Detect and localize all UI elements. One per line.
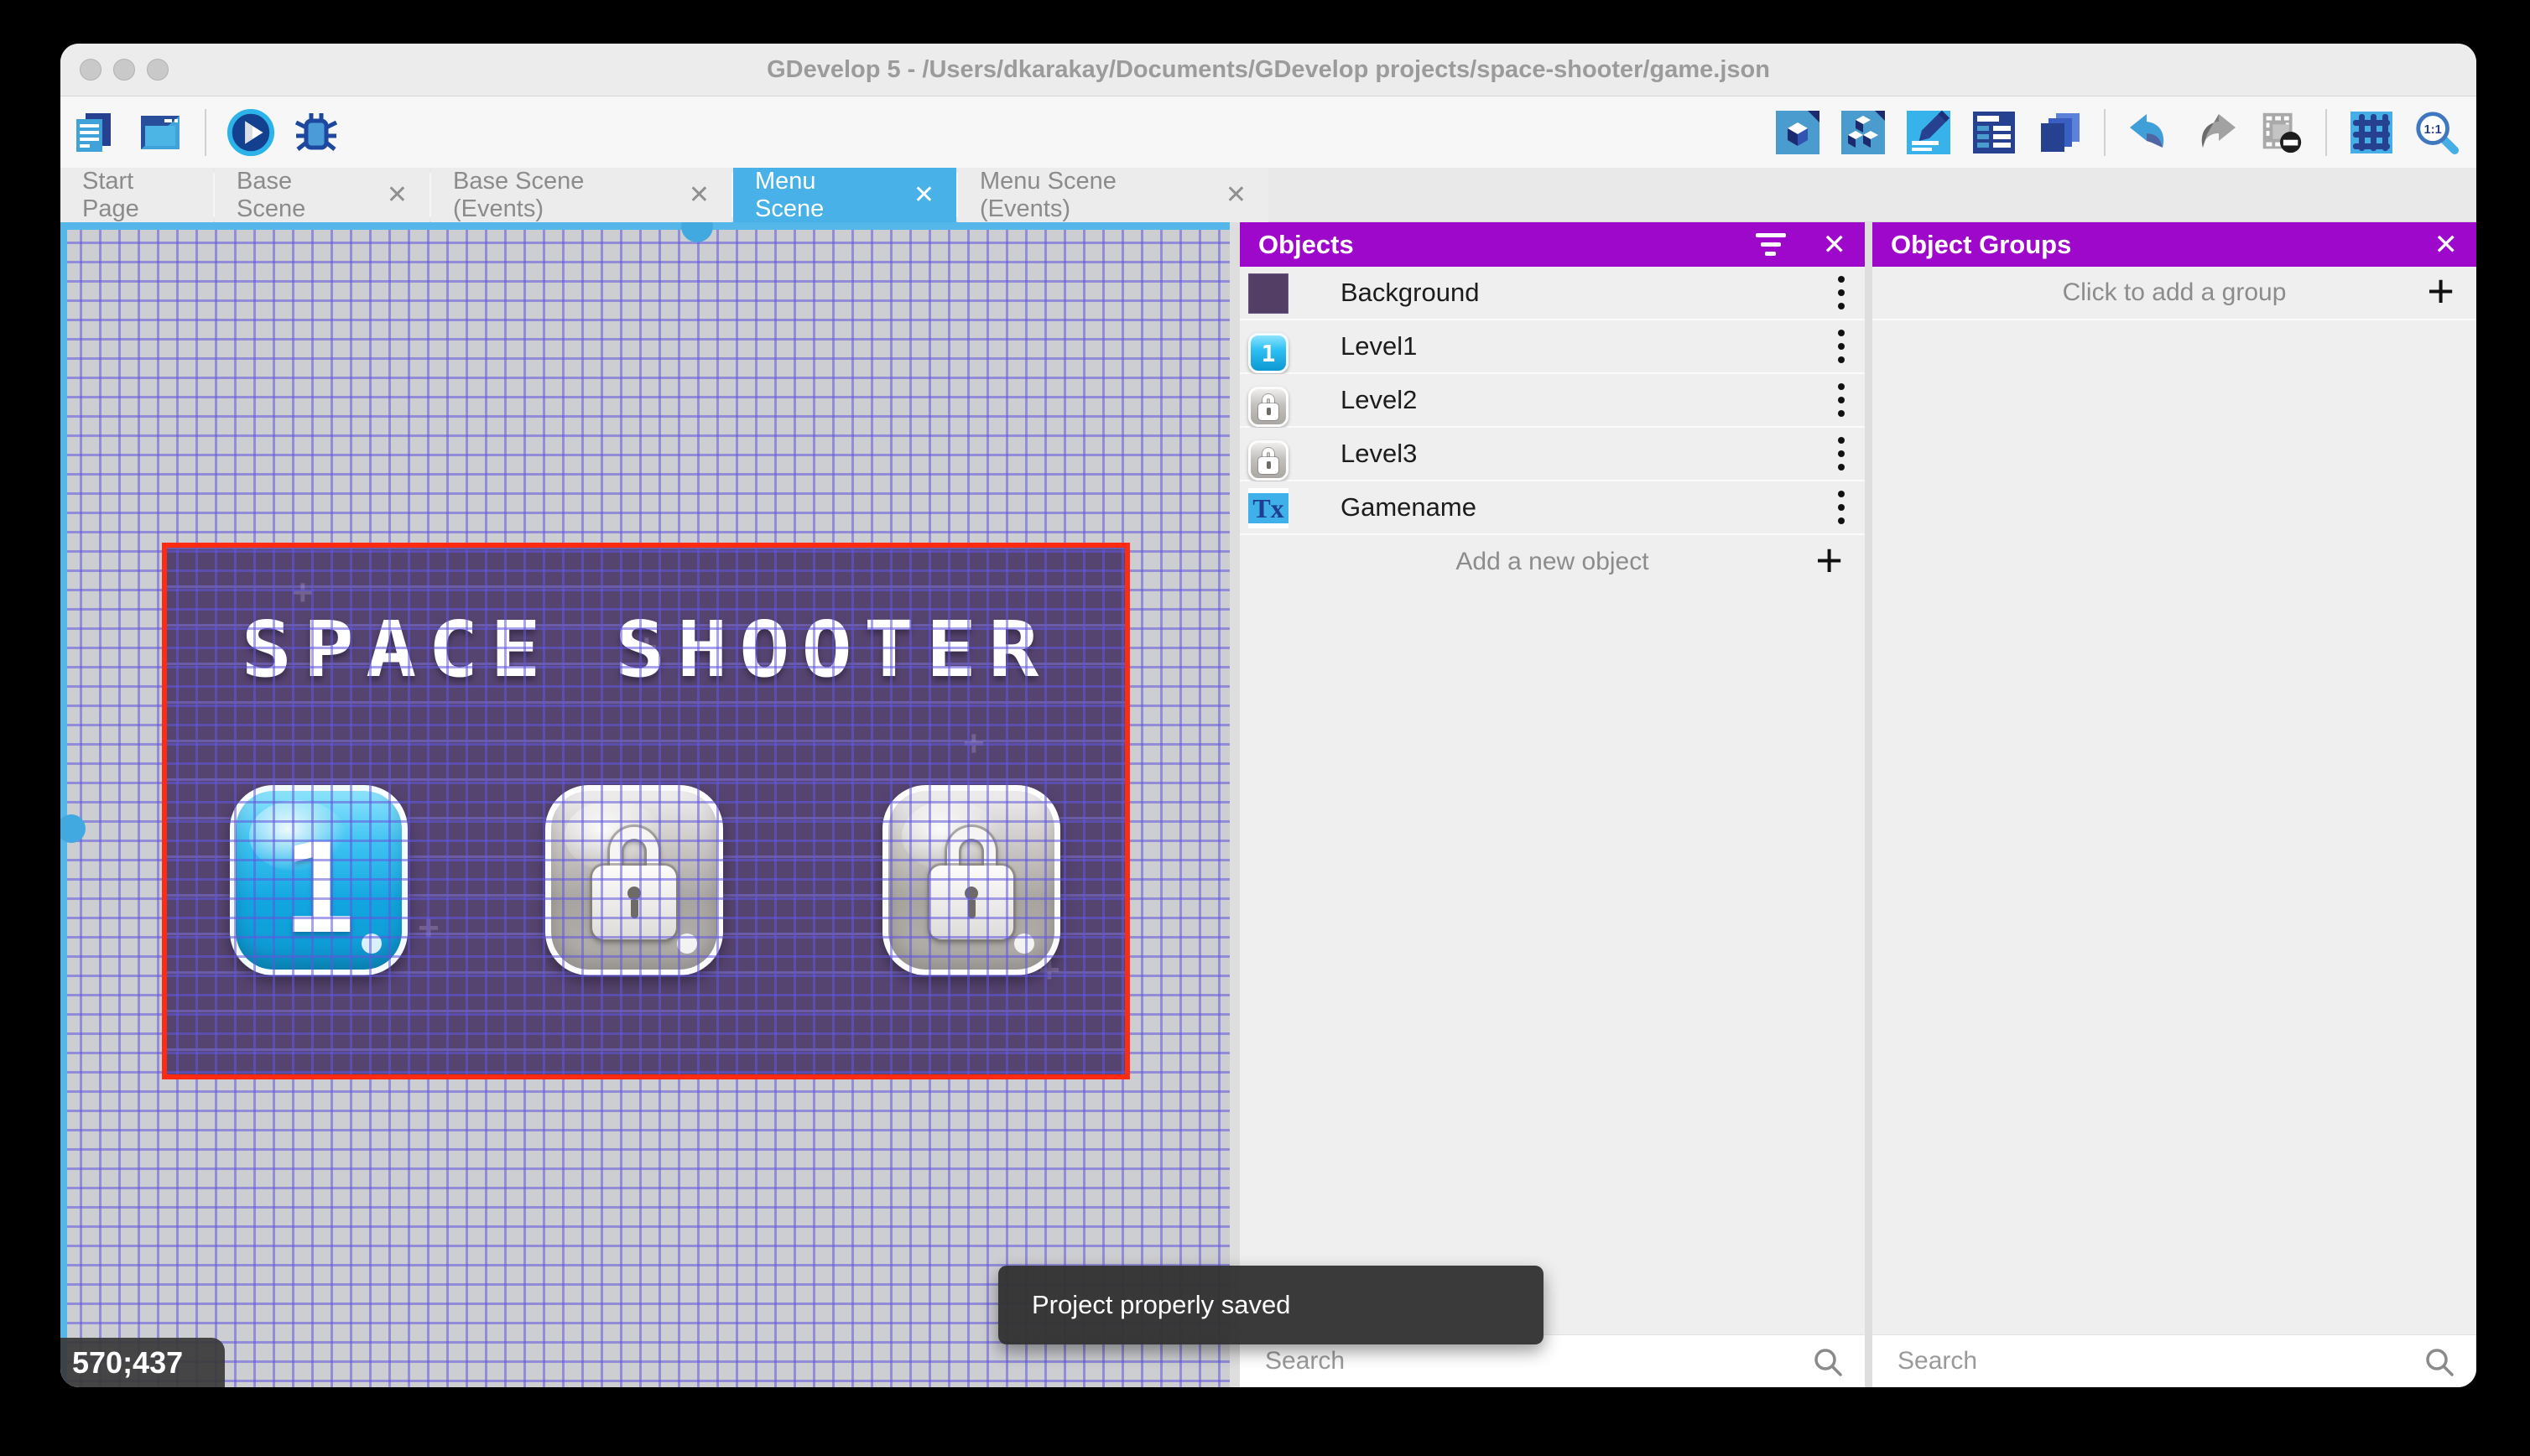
window-mask-icon[interactable] <box>2257 108 2305 157</box>
background-thumbnail <box>1248 273 1288 314</box>
object-menu-icon[interactable] <box>1838 374 1845 426</box>
object-groups-panel-title: Object Groups <box>1891 230 2071 260</box>
level-1-button[interactable]: 1 <box>230 785 408 975</box>
object-groups-editor-icon[interactable] <box>1839 108 1887 157</box>
object-groups-panel: Object Groups ✕ Click to add a group + <box>1872 222 2476 1387</box>
tab-label: Base Scene <box>237 168 358 223</box>
object-name: Level1 <box>1340 331 1417 361</box>
scene-editor-canvas[interactable]: + + + + + SPACE SHOOTER 1 <box>60 222 1230 1387</box>
instances-list-icon[interactable] <box>1970 108 2018 157</box>
undo-icon[interactable] <box>2126 108 2174 157</box>
object-row-background[interactable]: Background <box>1240 267 1865 320</box>
panel-resize-handle[interactable] <box>1865 222 1872 1387</box>
tab-label: Menu Scene (Events) <box>980 168 1197 223</box>
canvas-vertical-scrollbar[interactable] <box>60 222 67 1387</box>
tab-menu-scene[interactable]: Menu Scene ✕ <box>733 168 956 222</box>
search-icon <box>1811 1345 1845 1383</box>
title-bar: GDevelop 5 - /Users/dkarakay/Documents/G… <box>60 44 2476 96</box>
close-tab-icon[interactable]: ✕ <box>914 183 934 208</box>
properties-icon[interactable] <box>1904 108 1953 157</box>
redo-icon[interactable] <box>2191 108 2240 157</box>
toolbar-separator <box>2104 109 2106 156</box>
object-row-level1[interactable]: 1 Level1 <box>1240 320 1865 374</box>
editor-tabbar: Start Page Base Scene ✕ Base Scene (Even… <box>60 168 2476 222</box>
tab-label: Start Page <box>82 168 191 223</box>
toolbar-separator <box>205 109 206 156</box>
add-object-button[interactable]: Add a new object + <box>1240 535 1865 589</box>
level1-thumbnail: 1 <box>1248 333 1288 373</box>
objects-panel-header: Objects ✕ <box>1240 222 1865 267</box>
tab-menu-scene-events[interactable]: Menu Scene (Events) ✕ <box>958 168 1268 222</box>
window-title: GDevelop 5 - /Users/dkarakay/Documents/G… <box>60 44 2476 96</box>
objects-panel: Objects ✕ Background 1 Level1 Level2 <box>1240 222 1865 1387</box>
canvas-horizontal-scrollbar[interactable] <box>60 222 1230 230</box>
cursor-coordinates-badge: 570;437 <box>60 1338 225 1387</box>
layers-icon[interactable] <box>2035 108 2084 157</box>
object-menu-icon[interactable] <box>1838 428 1845 480</box>
search-icon <box>2423 1345 2456 1383</box>
panel-resize-handle[interactable] <box>1230 222 1240 1387</box>
level-2-button[interactable] <box>545 785 723 975</box>
objects-editor-icon[interactable] <box>1773 108 1822 157</box>
scene-background-object[interactable]: + + + + + SPACE SHOOTER 1 <box>166 547 1126 1075</box>
objects-panel-title: Objects <box>1258 230 1354 260</box>
close-tab-icon[interactable]: ✕ <box>1226 183 1247 208</box>
project-manager-icon[interactable] <box>70 108 119 157</box>
object-name: Level2 <box>1340 385 1417 415</box>
add-group-button[interactable]: Click to add a group + <box>1872 267 2476 320</box>
toolbar-separator <box>2325 109 2327 156</box>
main-toolbar: 1:1 <box>60 96 2476 168</box>
save-toast: Project properly saved <box>998 1266 1544 1344</box>
tab-label: Base Scene (Events) <box>453 168 660 223</box>
add-object-label: Add a new object <box>1455 548 1648 576</box>
plus-icon: + <box>1815 537 1843 584</box>
lock-icon <box>888 791 1054 970</box>
object-groups-panel-header: Object Groups ✕ <box>1872 222 2476 267</box>
object-menu-icon[interactable] <box>1838 320 1845 372</box>
object-menu-icon[interactable] <box>1838 481 1845 533</box>
object-row-level3[interactable]: Level3 <box>1240 428 1865 481</box>
groups-search-input[interactable] <box>1872 1335 2476 1387</box>
preview-window-icon[interactable] <box>136 108 185 157</box>
game-title-text[interactable]: SPACE SHOOTER <box>166 605 1126 695</box>
vertical-scroll-thumb[interactable] <box>60 814 86 843</box>
lock-thumbnail <box>1248 440 1288 481</box>
svg-text:1:1: 1:1 <box>2424 122 2442 136</box>
close-panel-icon[interactable]: ✕ <box>1823 231 1847 259</box>
toast-message: Project properly saved <box>1032 1290 1290 1320</box>
level-3-button[interactable] <box>882 785 1060 975</box>
object-name: Gamename <box>1340 492 1476 523</box>
object-row-level2[interactable]: Level2 <box>1240 374 1865 428</box>
close-tab-icon[interactable]: ✕ <box>387 183 408 208</box>
tab-base-scene[interactable]: Base Scene ✕ <box>215 168 429 222</box>
zoom-original-icon[interactable]: 1:1 <box>2413 108 2461 157</box>
grid-icon[interactable] <box>2347 108 2396 157</box>
groups-search-row <box>1872 1334 2476 1387</box>
debug-icon[interactable] <box>292 108 341 157</box>
close-tab-icon[interactable]: ✕ <box>689 183 710 208</box>
lock-thumbnail <box>1248 387 1288 427</box>
filter-icon[interactable] <box>1756 233 1786 256</box>
tab-label: Menu Scene <box>755 168 885 223</box>
close-panel-icon[interactable]: ✕ <box>2434 231 2459 259</box>
gdevelop-window: GDevelop 5 - /Users/dkarakay/Documents/G… <box>60 44 2476 1387</box>
horizontal-scroll-thumb[interactable] <box>681 222 713 242</box>
object-menu-icon[interactable] <box>1838 267 1845 319</box>
object-row-gamename[interactable]: Tx Gamename <box>1240 481 1865 535</box>
tab-base-scene-events[interactable]: Base Scene (Events) ✕ <box>431 168 731 222</box>
object-name: Level3 <box>1340 439 1417 469</box>
tab-start-page[interactable]: Start Page <box>60 168 213 222</box>
text-object-thumbnail: Tx <box>1248 488 1288 528</box>
plus-icon: + <box>2427 268 2455 315</box>
lock-icon <box>551 791 717 970</box>
play-icon[interactable] <box>226 108 275 157</box>
level-1-label: 1 <box>236 799 402 978</box>
add-group-label: Click to add a group <box>2063 278 2287 307</box>
object-name: Background <box>1340 278 1479 308</box>
